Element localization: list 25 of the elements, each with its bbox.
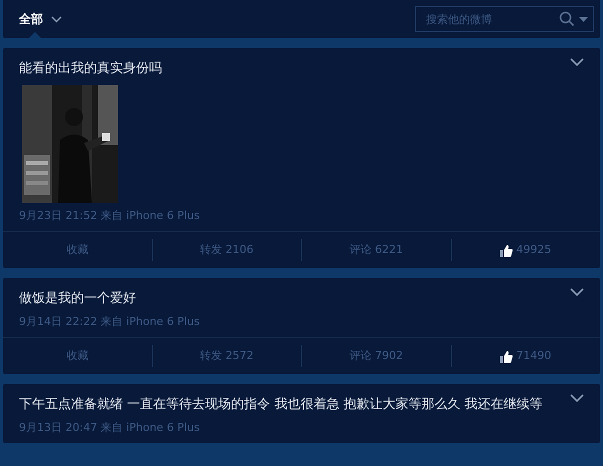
- repost-button[interactable]: 转发 2106: [152, 239, 301, 261]
- favorite-button[interactable]: 收藏: [3, 239, 152, 261]
- repost-button[interactable]: 转发 2572: [152, 345, 301, 367]
- search-field[interactable]: 搜索他的微博: [415, 6, 594, 32]
- chevron-down-icon[interactable]: [570, 394, 584, 403]
- post-text: 能看的出我的真实身份吗: [19, 60, 163, 78]
- thumbs-up-icon: [500, 350, 514, 362]
- comment-button[interactable]: 评论 7902: [302, 345, 450, 367]
- thumbs-up-icon: [500, 244, 514, 256]
- post-meta: 9月14日 22:22 来自 iPhone 6 Plus: [19, 315, 201, 328]
- like-button[interactable]: 71490: [452, 345, 600, 367]
- post-text: 下午五点准备就绪 一直在等待去现场的指令 我也很着急 抱歉让大家等那么久 我还在继续等: [19, 396, 544, 414]
- post-text: 做饭是我的一个爱好: [19, 290, 137, 308]
- comment-button[interactable]: 评论 6221: [302, 239, 450, 261]
- chevron-down-icon[interactable]: [570, 58, 584, 67]
- post-meta: 9月13日 20:47 来自 iPhone 6 Plus: [19, 421, 201, 434]
- pointer-notch: [29, 32, 41, 38]
- favorite-button[interactable]: 收藏: [3, 345, 152, 367]
- chevron-down-icon: [51, 16, 62, 22]
- caret-icon[interactable]: [579, 16, 588, 22]
- chevron-down-icon[interactable]: [570, 288, 584, 297]
- post-meta: 9月23日 21:52 来自 iPhone 6 Plus: [19, 209, 201, 222]
- filter-dropdown[interactable]: 全部: [19, 10, 62, 28]
- like-button[interactable]: 49925: [452, 239, 600, 261]
- search-icon[interactable]: [559, 11, 575, 27]
